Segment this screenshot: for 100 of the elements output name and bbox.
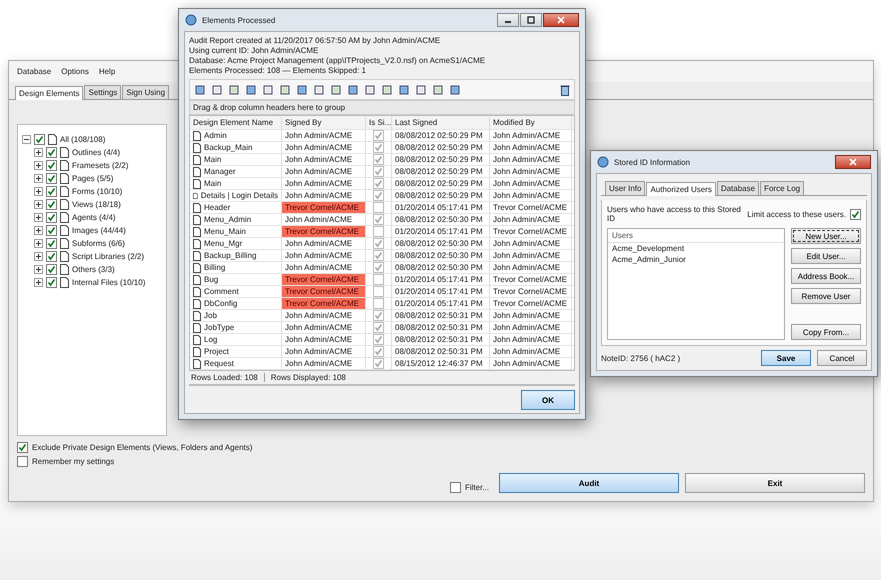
checkbox[interactable]	[373, 238, 384, 249]
tab[interactable]: Database	[716, 181, 760, 195]
tab[interactable]: Design Elements	[15, 86, 84, 100]
expand-icon[interactable]	[34, 148, 43, 157]
checkbox[interactable]	[373, 130, 384, 141]
copy-from-button[interactable]: Copy From...	[791, 324, 861, 340]
element-name: Main	[204, 179, 222, 188]
checkbox[interactable]	[46, 199, 57, 210]
checkbox[interactable]	[46, 238, 57, 249]
checkbox[interactable]	[46, 160, 57, 171]
checkbox[interactable]	[373, 226, 384, 237]
collapse-icon[interactable]	[22, 135, 31, 144]
tab[interactable]: Settings	[84, 85, 122, 99]
checkbox[interactable]	[373, 250, 384, 261]
checkbox[interactable]	[373, 142, 384, 153]
tab[interactable]: User Info	[605, 181, 646, 195]
checkbox[interactable]	[373, 262, 384, 273]
tree-item[interactable]: Forms (10/10)	[72, 187, 122, 196]
expand-icon[interactable]	[34, 226, 43, 235]
checkbox[interactable]	[46, 251, 57, 262]
close-button[interactable]	[543, 13, 579, 27]
checkbox[interactable]	[373, 154, 384, 165]
list-item[interactable]: Acme_Admin_Junior	[608, 254, 784, 265]
status-text: Rows Displayed: 108	[264, 373, 346, 382]
minimize-button[interactable]	[497, 13, 519, 27]
tree-item[interactable]: Script Libraries (2/2)	[72, 252, 144, 261]
checkbox[interactable]	[373, 214, 384, 225]
expand-icon[interactable]	[34, 239, 43, 248]
checkbox[interactable]	[373, 358, 384, 369]
expand-icon[interactable]	[34, 213, 43, 222]
tree-item[interactable]: Pages (5/5)	[72, 174, 114, 183]
checkbox[interactable]	[373, 274, 384, 285]
tree-item[interactable]: Views (18/18)	[72, 200, 121, 209]
checkbox[interactable]	[373, 322, 384, 333]
menu-item[interactable]: Database	[17, 67, 52, 76]
tab[interactable]: Authorized Users	[646, 182, 716, 196]
column-header[interactable]: Is Si...	[366, 116, 392, 129]
tree-item[interactable]: Others (3/3)	[72, 265, 115, 274]
dialog-button[interactable]: Exit	[685, 473, 865, 493]
dialog-button[interactable]: Edit User...	[791, 248, 861, 264]
dialog-button[interactable]: Audit	[499, 473, 679, 493]
checkbox[interactable]	[850, 208, 861, 220]
checkbox[interactable]	[373, 178, 384, 189]
expand-icon[interactable]	[34, 161, 43, 170]
expand-icon[interactable]	[34, 265, 43, 274]
column-header[interactable]: Last Signed	[392, 116, 490, 129]
checkbox[interactable]	[46, 173, 57, 184]
list-item[interactable]: Acme_Development	[608, 243, 784, 254]
column-header[interactable]: Design Element Name	[190, 116, 282, 129]
checkbox[interactable]	[46, 147, 57, 158]
tab[interactable]: Force Log	[760, 181, 804, 195]
checkbox[interactable]	[373, 166, 384, 177]
maximize-icon	[527, 16, 535, 24]
menu-item[interactable]: Options	[61, 67, 89, 76]
checkbox[interactable]	[46, 277, 57, 288]
ok-button[interactable]: OK	[521, 390, 575, 410]
horizontal-scrollbar[interactable]	[189, 384, 575, 386]
expand-icon[interactable]	[34, 200, 43, 209]
checkbox[interactable]	[46, 212, 57, 223]
checkbox[interactable]	[373, 298, 384, 309]
document-icon	[60, 277, 69, 288]
expand-icon[interactable]	[34, 278, 43, 287]
table-cell: Trevor Cornel/ACME	[490, 202, 572, 213]
expand-icon[interactable]	[34, 187, 43, 196]
checkbox[interactable]	[450, 482, 461, 493]
dialog-button[interactable]: New User...	[791, 228, 861, 244]
expand-icon[interactable]	[34, 252, 43, 261]
checkbox[interactable]	[34, 134, 45, 145]
tree-item[interactable]: Framesets (2/2)	[72, 161, 128, 170]
checkbox[interactable]	[46, 264, 57, 275]
tree-item[interactable]: Subforms (6/6)	[72, 239, 125, 248]
document-icon	[60, 173, 69, 184]
expand-icon[interactable]	[34, 174, 43, 183]
checkbox[interactable]	[373, 310, 384, 321]
dialog-button[interactable]: Save	[761, 350, 811, 366]
checkbox[interactable]	[46, 225, 57, 236]
checkbox[interactable]	[373, 334, 384, 345]
column-header[interactable]: Signed By	[282, 116, 366, 129]
tree-item[interactable]: Outlines (4/4)	[72, 148, 120, 157]
checkbox[interactable]	[373, 286, 384, 297]
dialog-button[interactable]: Remove User	[791, 288, 861, 304]
checkbox[interactable]	[373, 346, 384, 357]
checkbox[interactable]	[373, 190, 384, 201]
maximize-button[interactable]	[520, 13, 542, 27]
close-button[interactable]	[835, 155, 871, 169]
menu-item[interactable]: Help	[98, 67, 116, 76]
tree-item[interactable]: All (108/108)	[60, 135, 106, 144]
checkbox[interactable]	[17, 456, 28, 467]
checkbox[interactable]	[46, 186, 57, 197]
checkbox[interactable]	[17, 442, 28, 453]
element-name: Backup_Billing	[204, 251, 256, 260]
tree-item[interactable]: Images (44/44)	[72, 226, 126, 235]
report-info: Elements Processed: 108 — Elements Skipped: 1	[189, 66, 367, 76]
tree-item[interactable]: Internal Files (10/10)	[72, 278, 146, 287]
column-header[interactable]: Modified By	[490, 116, 572, 129]
tree-item[interactable]: Agents (4/4)	[72, 213, 116, 222]
tab[interactable]: Sign Using	[122, 85, 170, 99]
dialog-button[interactable]: Address Book...	[791, 268, 861, 284]
checkbox[interactable]	[373, 202, 384, 213]
dialog-button[interactable]: Cancel	[817, 350, 867, 366]
